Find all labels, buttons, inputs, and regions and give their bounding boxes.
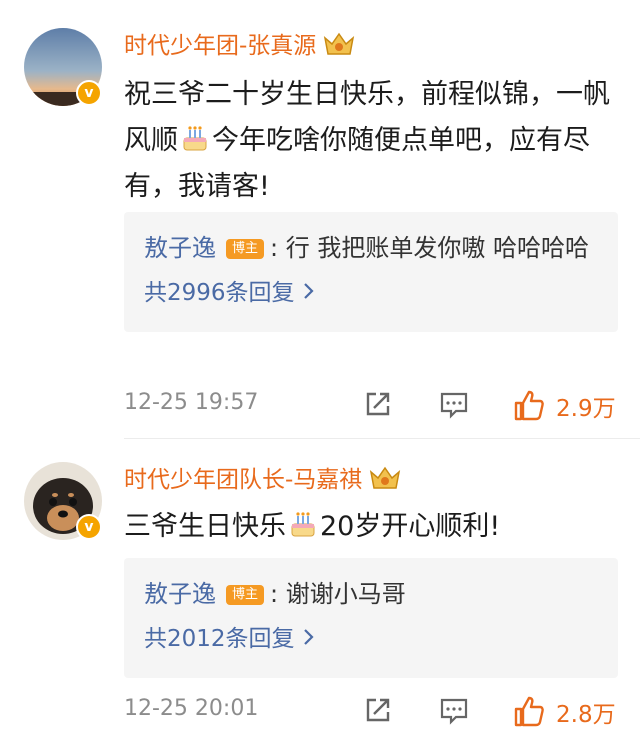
share-icon[interactable]	[360, 386, 396, 422]
username[interactable]: 时代少年团-张真源	[124, 30, 356, 61]
username[interactable]: 时代少年团队长-马嘉祺	[124, 464, 402, 495]
reply-text: : 谢谢小马哥	[270, 580, 406, 608]
comment-item: v 时代少年团-张真源 祝三爷二十岁生日快乐，前程似锦，一帆风顺 今年吃啥你随便…	[0, 0, 640, 440]
reply-preview: 敖子逸 博主: 行 我把账单发你嗷 哈哈哈哈	[144, 228, 598, 268]
comment-icon[interactable]	[436, 692, 472, 728]
chevron-right-icon	[303, 620, 315, 658]
comment-meta: 12-25 19:57 2.9万	[124, 386, 624, 426]
reply-box[interactable]: 敖子逸 博主: 行 我把账单发你嗷 哈哈哈哈 共2996条回复	[124, 212, 618, 332]
reply-box[interactable]: 敖子逸 博主: 谢谢小马哥 共2012条回复	[124, 558, 618, 678]
host-badge: 博主	[226, 239, 265, 259]
comment-item: v 时代少年团队长-马嘉祺 三爷生日快乐 20岁开心顺利! 敖子逸 博主: 谢谢小…	[0, 440, 640, 745]
view-replies-link[interactable]: 共2012条回复	[144, 620, 598, 658]
chevron-right-icon	[303, 274, 315, 312]
share-icon[interactable]	[360, 692, 396, 728]
thumbs-up-icon	[514, 390, 544, 421]
reply-author[interactable]: 敖子逸	[144, 580, 216, 608]
host-badge: 博主	[226, 585, 265, 605]
comment-text: 祝三爷二十岁生日快乐，前程似锦，一帆风顺 今年吃啥你随便点单吧，应有尽有，我请客…	[124, 79, 610, 202]
reply-preview: 敖子逸 博主: 谢谢小马哥	[144, 574, 598, 614]
thumbs-up-icon	[514, 696, 544, 727]
verified-badge-icon: v	[76, 514, 102, 540]
comment-icon[interactable]	[436, 386, 472, 422]
birthday-cake-icon	[291, 512, 315, 537]
verified-badge-icon: v	[76, 80, 102, 106]
reply-text: : 行 我把账单发你嗷 哈哈哈哈	[270, 234, 589, 262]
timestamp: 12-25 19:57	[124, 390, 259, 415]
divider	[124, 438, 640, 439]
comment-text: 三爷生日快乐 20岁开心顺利!	[124, 511, 501, 542]
comment-meta: 12-25 20:01 2.8万	[124, 692, 624, 732]
crown-icon	[324, 32, 355, 55]
crown-icon	[370, 466, 401, 489]
birthday-cake-icon	[183, 126, 207, 151]
timestamp: 12-25 20:01	[124, 696, 259, 721]
like-count: 2.8万	[556, 702, 616, 728]
view-replies-link[interactable]: 共2996条回复	[144, 274, 598, 312]
like-button[interactable]: 2.9万	[512, 386, 616, 426]
like-count: 2.9万	[556, 396, 616, 422]
reply-author[interactable]: 敖子逸	[144, 234, 216, 262]
like-button[interactable]: 2.8万	[512, 692, 616, 732]
